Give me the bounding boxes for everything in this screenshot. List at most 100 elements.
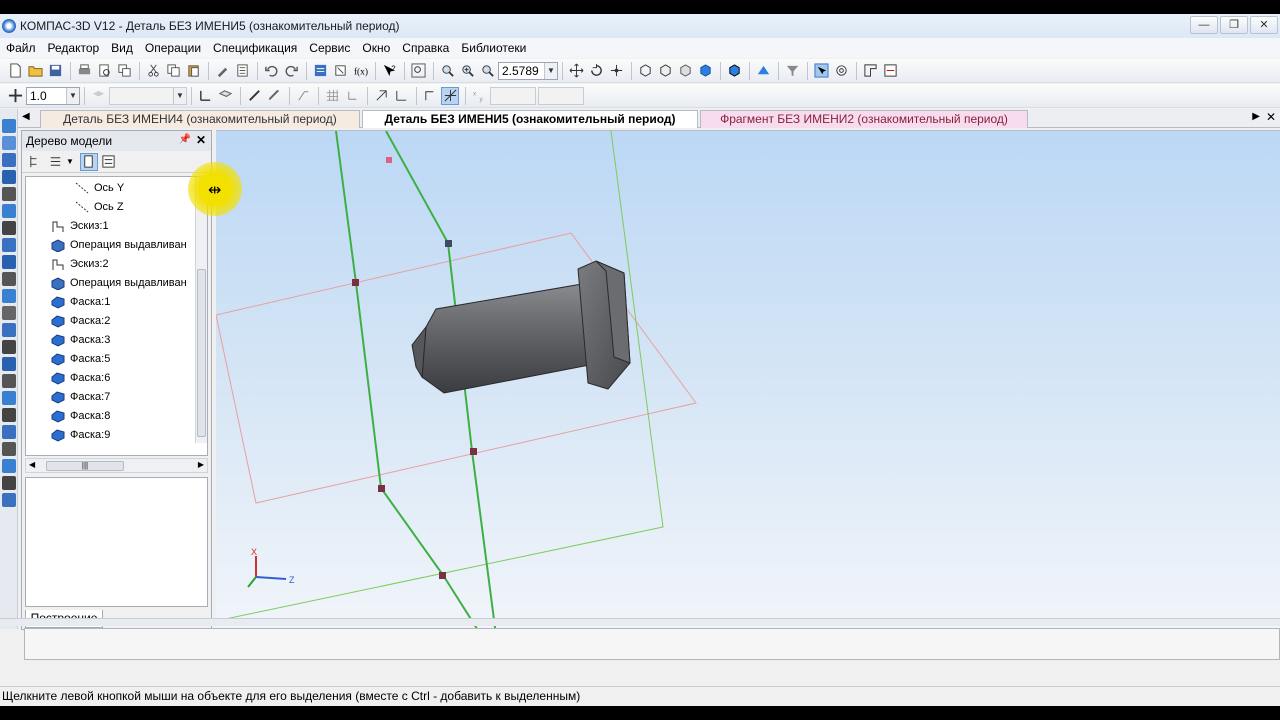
pan-icon[interactable] [567, 62, 585, 80]
new-document-icon[interactable] [6, 62, 24, 80]
bottom-splitter[interactable] [0, 618, 1280, 626]
model-viewport[interactable]: X Z [216, 130, 1280, 634]
tree-sort-icon[interactable] [46, 153, 64, 171]
select-mode-icon[interactable] [812, 62, 830, 80]
vscroll-thumb[interactable] [197, 269, 206, 437]
coord-y-field[interactable] [538, 86, 584, 105]
menu-edit[interactable]: Редактор [48, 41, 100, 55]
coord-system-icon[interactable] [196, 87, 214, 105]
section-icon[interactable] [881, 62, 899, 80]
tree-show-icon[interactable] [100, 153, 118, 171]
grid-icon[interactable] [323, 87, 341, 105]
variables-icon[interactable]: f(x) [351, 62, 369, 80]
minimize-button[interactable]: — [1190, 16, 1218, 34]
toolbar-icon-7[interactable] [2, 221, 16, 235]
tabs-scroll-left-icon[interactable]: ◀ [22, 111, 30, 122]
vertex-marker[interactable] [352, 279, 359, 286]
orientation-icon[interactable] [607, 62, 625, 80]
undo-icon[interactable] [262, 62, 280, 80]
toolbar-icon-12[interactable] [2, 306, 16, 320]
axis-icon[interactable] [392, 87, 410, 105]
vertex-marker[interactable] [386, 157, 392, 163]
sketch-mode-icon[interactable] [245, 87, 263, 105]
tree-item[interactable]: Ось Y [74, 178, 124, 197]
close-panel-icon[interactable]: ✕ [196, 133, 206, 147]
tab-detail-5[interactable]: Деталь БЕЗ ИМЕНИ5 (ознакомительный перио… [362, 110, 698, 128]
menu-specification[interactable]: Спецификация [213, 41, 297, 55]
toolbar-icon-15[interactable] [2, 357, 16, 371]
measure-icon[interactable] [861, 62, 879, 80]
menu-service[interactable]: Сервис [309, 41, 350, 55]
tree-item[interactable]: Ось Z [74, 197, 124, 216]
properties-icon[interactable] [213, 62, 231, 80]
zoom-window-icon[interactable] [438, 62, 456, 80]
toolbar-icon-6[interactable] [2, 204, 16, 218]
tree-item[interactable]: Фаска:6 [50, 368, 110, 387]
coord-x-field[interactable] [490, 86, 536, 105]
tree-item[interactable]: Фаска:1 [50, 292, 110, 311]
chevron-down-icon[interactable]: ▼ [66, 157, 74, 166]
print-preview-icon[interactable] [95, 62, 113, 80]
tree-vscroll[interactable] [195, 177, 207, 443]
toolbar-icon-22[interactable] [2, 476, 16, 490]
ortho-icon[interactable] [372, 87, 390, 105]
library-icon[interactable] [331, 62, 349, 80]
menu-operations[interactable]: Операции [145, 41, 201, 55]
manager-icon[interactable] [311, 62, 329, 80]
open-folder-icon[interactable] [26, 62, 44, 80]
spring-icon[interactable] [832, 62, 850, 80]
menu-file[interactable]: Файл [6, 41, 36, 55]
tabs-scroll-right-icon[interactable]: ▶ [1252, 111, 1260, 122]
chevron-down-icon[interactable]: ▼ [173, 87, 186, 104]
toolbar-icon-23[interactable] [2, 493, 16, 507]
toolbar-icon-3[interactable] [2, 153, 16, 167]
help-pointer-icon[interactable]: ? [380, 62, 398, 80]
tree-item[interactable]: Эскиз:1 [50, 216, 109, 235]
menu-view[interactable]: Вид [111, 41, 133, 55]
perspective-icon[interactable] [754, 62, 772, 80]
vertex-marker[interactable] [378, 485, 385, 492]
toolbar-icon-19[interactable] [2, 425, 16, 439]
tab-detail-4[interactable]: Деталь БЕЗ ИМЕНИ4 (ознакомительный перио… [40, 110, 360, 128]
pin-icon[interactable]: 📌 [179, 134, 191, 145]
copy-props-icon[interactable] [115, 62, 133, 80]
shaded-icon[interactable] [696, 62, 714, 80]
local-cs-icon[interactable] [343, 87, 361, 105]
wireframe-icon[interactable] [636, 62, 654, 80]
hscroll-thumb[interactable]: ||| [46, 461, 124, 471]
toolbar-icon-10[interactable] [2, 272, 16, 286]
toolbar-icon-14[interactable] [2, 340, 16, 354]
toolbar-icon-4[interactable] [2, 170, 16, 184]
toolbar-icon-11[interactable] [2, 289, 16, 303]
menu-help[interactable]: Справка [402, 41, 449, 55]
thin-hidden-icon[interactable] [676, 62, 694, 80]
rotate-icon[interactable] [587, 62, 605, 80]
vertex-marker[interactable] [439, 572, 446, 579]
menu-libraries[interactable]: Библиотеки [461, 41, 526, 55]
toolbar-icon-13[interactable] [2, 323, 16, 337]
tree-item[interactable]: Фаска:2 [50, 311, 110, 330]
toolbar-icon-20[interactable] [2, 442, 16, 456]
bend-icon[interactable] [294, 87, 312, 105]
tree-structure-icon[interactable] [26, 153, 44, 171]
chevron-down-icon[interactable]: ▼ [66, 87, 79, 104]
tree-item[interactable]: Операция выдавливан [50, 235, 187, 254]
toolbar-icon-8[interactable] [2, 238, 16, 252]
bolt-model[interactable] [411, 260, 631, 394]
toolbar-icon-17[interactable] [2, 391, 16, 405]
line-icon[interactable] [421, 87, 439, 105]
vertex-marker[interactable] [445, 240, 452, 247]
zoom-all-icon[interactable] [409, 62, 427, 80]
zoom-in-icon[interactable] [458, 62, 476, 80]
paste-icon[interactable] [184, 62, 202, 80]
tree-item[interactable]: Фаска:3 [50, 330, 110, 349]
snap-icon[interactable] [441, 86, 459, 105]
toolbar-icon-16[interactable] [2, 374, 16, 388]
toolbar-icon-5[interactable] [2, 187, 16, 201]
toolbar-icon-1[interactable] [2, 119, 16, 133]
tree-item[interactable]: Фаска:7 [50, 387, 110, 406]
toolbar-icon-21[interactable] [2, 459, 16, 473]
tree-item[interactable]: Эскиз:2 [50, 254, 109, 273]
print-icon[interactable] [75, 62, 93, 80]
step-cursor-icon[interactable] [6, 87, 24, 105]
